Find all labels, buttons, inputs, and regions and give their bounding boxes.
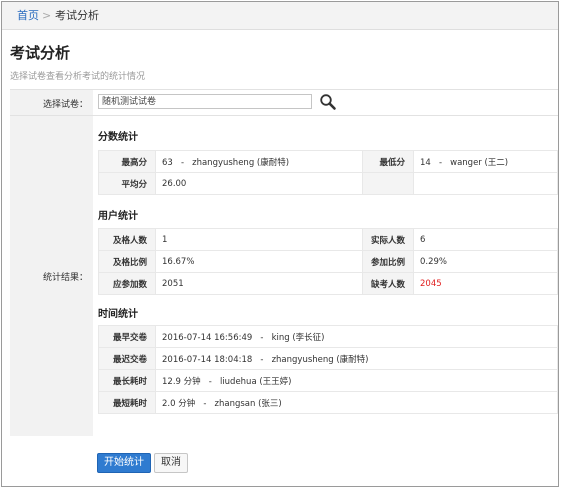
table-row: 及格人数 1 实际人数 6: [98, 228, 558, 251]
table-row: 最高分 63 - zhangyusheng (康耐特) 最低分 14 - wan…: [98, 150, 558, 173]
breadcrumb-home-link[interactable]: 首页: [17, 2, 39, 29]
max-score-value: 63 - zhangyusheng (康耐特): [155, 150, 363, 173]
paper-select-input[interactable]: 随机测试试卷: [98, 94, 312, 109]
earliest-submit-label: 最早交卷: [98, 325, 156, 348]
page-title: 考试分析: [10, 44, 71, 62]
expected-count-value: 2051: [155, 272, 363, 295]
score-stats-title: 分数统计: [98, 132, 138, 143]
pass-rate-label: 及格比例: [98, 250, 156, 273]
user-stats-table: 及格人数 1 实际人数 6 及格比例 16.67% 参加比例 0.29% 应参加…: [98, 228, 558, 295]
expected-count-label: 应参加数: [98, 272, 156, 295]
empty-cell: [413, 172, 558, 195]
pass-rate-value: 16.67%: [155, 250, 363, 273]
table-row: 平均分 26.00: [98, 172, 558, 195]
time-stats-table: 最早交卷 2016-07-14 16:56:49 - king (李长征) 最迟…: [98, 325, 558, 414]
table-row: 最短耗时 2.0 分钟 - zhangsan (张三): [98, 391, 558, 414]
search-icon[interactable]: [319, 93, 337, 111]
latest-submit-dash: -: [260, 354, 264, 365]
longest-duration-user: liudehua (王王婷): [219, 376, 292, 387]
cancel-button[interactable]: 取消: [154, 453, 188, 473]
table-row: 最迟交卷 2016-07-14 18:04:18 - zhangyusheng …: [98, 347, 558, 370]
max-score-number: 63: [162, 157, 173, 168]
form-label-column: [10, 89, 93, 436]
longest-duration-time: 12.9 分钟: [162, 376, 201, 387]
avg-score-label: 平均分: [98, 172, 156, 195]
longest-duration-dash: -: [208, 376, 212, 387]
max-score-label: 最高分: [98, 150, 156, 173]
time-stats-title: 时间统计: [98, 309, 138, 320]
table-row: 应参加数 2051 缺考人数 2045: [98, 272, 558, 295]
start-analysis-button[interactable]: 开始统计: [97, 453, 151, 473]
table-row: 最早交卷 2016-07-14 16:56:49 - king (李长征): [98, 325, 558, 348]
page-subtitle: 选择试卷查看分析考试的统计情况: [10, 72, 146, 82]
pass-count-value: 1: [155, 228, 363, 251]
attend-rate-value: 0.29%: [413, 250, 558, 273]
max-score-user: zhangyusheng (康耐特): [192, 157, 290, 168]
longest-duration-value: 12.9 分钟 - liudehua (王王婷): [155, 369, 558, 392]
earliest-submit-user: king (李长征): [271, 332, 325, 343]
attend-rate-label: 参加比例: [362, 250, 414, 273]
latest-submit-label: 最迟交卷: [98, 347, 156, 370]
actual-count-value: 6: [413, 228, 558, 251]
min-score-dash: -: [438, 157, 443, 168]
breadcrumb-separator: >: [42, 9, 52, 22]
max-score-dash: -: [180, 157, 185, 168]
min-score-label: 最低分: [362, 150, 414, 173]
breadcrumb-current: 考试分析: [55, 9, 99, 22]
empty-cell: [362, 172, 414, 195]
table-row: 及格比例 16.67% 参加比例 0.29%: [98, 250, 558, 273]
min-score-number: 14: [420, 157, 431, 168]
result-label: 统计结果：: [42, 273, 88, 283]
latest-submit-time: 2016-07-14 18:04:18: [162, 354, 253, 365]
page-frame: 首页 > 考试分析 考试分析 选择试卷查看分析考试的统计情况 选择试卷： 随机测…: [1, 1, 559, 487]
absent-count-label: 缺考人数: [362, 272, 414, 295]
min-score-user: wanger (王二): [450, 157, 509, 168]
absent-count-value: 2045: [413, 272, 558, 295]
select-paper-label: 选择试卷：: [42, 100, 88, 110]
earliest-submit-value: 2016-07-14 16:56:49 - king (李长征): [155, 325, 558, 348]
shortest-duration-time: 2.0 分钟: [162, 398, 196, 409]
pass-count-label: 及格人数: [98, 228, 156, 251]
min-score-value: 14 - wanger (王二): [413, 150, 558, 173]
shortest-duration-dash: -: [203, 398, 207, 409]
earliest-submit-dash: -: [260, 332, 264, 343]
avg-score-value: 26.00: [155, 172, 363, 195]
shortest-duration-label: 最短耗时: [98, 391, 156, 414]
shortest-duration-user: zhangsan (张三): [214, 398, 282, 409]
latest-submit-user: zhangyusheng (康耐特): [271, 354, 369, 365]
earliest-submit-time: 2016-07-14 16:56:49: [162, 332, 253, 343]
score-stats-table: 最高分 63 - zhangyusheng (康耐特) 最低分 14 - wan…: [98, 150, 558, 195]
breadcrumb: 首页 > 考试分析: [2, 2, 558, 30]
actual-count-label: 实际人数: [362, 228, 414, 251]
longest-duration-label: 最长耗时: [98, 369, 156, 392]
shortest-duration-value: 2.0 分钟 - zhangsan (张三): [155, 391, 558, 414]
user-stats-title: 用户统计: [98, 211, 138, 222]
table-row: 最长耗时 12.9 分钟 - liudehua (王王婷): [98, 369, 558, 392]
latest-submit-value: 2016-07-14 18:04:18 - zhangyusheng (康耐特): [155, 347, 558, 370]
